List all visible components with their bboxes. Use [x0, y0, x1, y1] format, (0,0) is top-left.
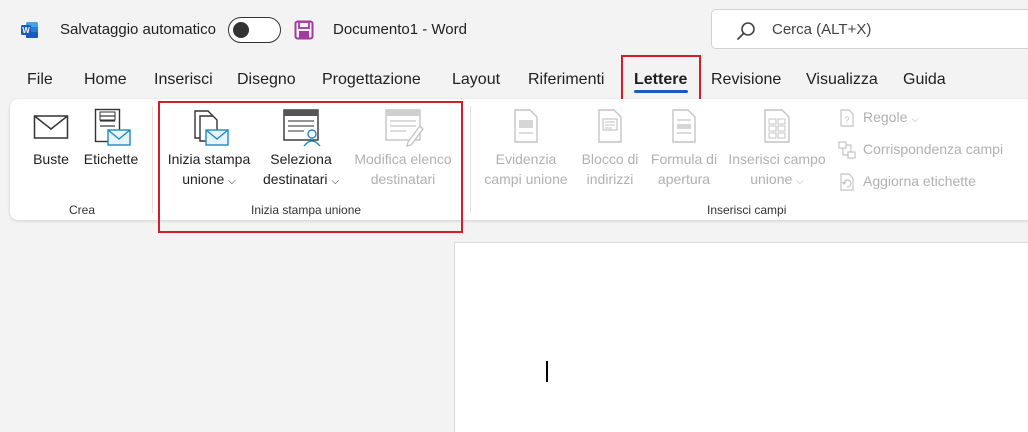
highlight-box-group: [158, 101, 463, 233]
corrispondenza-label: Corrispondenza campi: [863, 141, 1004, 157]
highlight-fields-icon: [514, 109, 538, 143]
title-bar: W Salvataggio automatico Documento1 - Wo…: [0, 0, 1028, 60]
group-label-crea: Crea: [69, 203, 96, 217]
word-app-icon: W: [21, 22, 38, 38]
blocco-line2: indirizzi: [586, 171, 634, 187]
tab-inserisci[interactable]: Inserisci: [154, 71, 213, 89]
group-separator: [470, 106, 471, 213]
regole-label: Regole: [863, 109, 908, 125]
insert-field-icon: [764, 109, 790, 143]
labels-icon: [94, 108, 131, 146]
refresh-labels-icon: [840, 173, 854, 191]
tab-visualizza[interactable]: Visualizza: [806, 71, 878, 89]
match-fields-icon: [838, 141, 856, 159]
group-label-inserisci: Inserisci campi: [707, 203, 787, 217]
document-title: Documento1 - Word: [333, 21, 467, 38]
evidenzia-campi-unione-button[interactable]: Evidenzia campi unione: [478, 108, 574, 188]
tab-guida[interactable]: Guida: [903, 71, 946, 89]
inserisci-line2: unione: [750, 171, 793, 187]
document-page[interactable]: [454, 242, 1028, 432]
blocco-indirizzi-button[interactable]: Blocco di indirizzi: [575, 108, 645, 188]
autosave-label: Salvataggio automatico: [60, 21, 216, 38]
regole-wrapper: Regole ⌵: [863, 109, 919, 125]
tab-file[interactable]: File: [27, 71, 53, 89]
toggle-knob: [233, 21, 249, 38]
evidenzia-line2: campi unione: [484, 171, 568, 187]
tab-layout[interactable]: Layout: [452, 71, 500, 89]
inserisci-line2-wrapper: unione ⌵: [724, 169, 830, 192]
search-box[interactable]: Cerca (ALT+X): [711, 9, 1028, 49]
tab-revisione[interactable]: Revisione: [711, 71, 781, 89]
tab-disegno[interactable]: Disegno: [237, 71, 296, 89]
buste-button[interactable]: Buste: [28, 108, 74, 188]
evidenzia-line1: Evidenzia: [495, 151, 557, 167]
etichette-button[interactable]: Etichette: [79, 108, 143, 188]
rules-icon: ?: [840, 109, 854, 127]
search-input[interactable]: Cerca (ALT+X): [772, 21, 871, 38]
tab-riferimenti[interactable]: Riferimenti: [528, 71, 604, 89]
inserisci-line1: Inserisci campo: [728, 151, 826, 167]
envelope-icon: [33, 115, 69, 139]
highlight-box-tab: [621, 55, 701, 103]
search-icon: [737, 22, 755, 40]
group-separator: [152, 106, 153, 213]
autosave-toggle[interactable]: [228, 17, 281, 43]
address-block-icon: [598, 109, 622, 143]
ribbon-tabs: File Home Inserisci Disegno Progettazion…: [0, 60, 1028, 98]
svg-text:W: W: [22, 26, 30, 35]
tab-home[interactable]: Home: [84, 71, 127, 89]
chevron-down-icon: ⌵: [796, 176, 804, 187]
svg-text:?: ?: [844, 115, 849, 125]
save-icon[interactable]: [294, 20, 314, 40]
text-cursor: [546, 361, 548, 382]
chevron-down-icon: ⌵: [911, 114, 919, 125]
formula-apertura-button[interactable]: Formula di apertura: [645, 108, 723, 188]
formula-line2: apertura: [657, 171, 711, 187]
etichette-label: Etichette: [83, 151, 139, 167]
buste-label: Buste: [33, 151, 69, 167]
greeting-line-icon: [672, 109, 696, 143]
aggiorna-label: Aggiorna etichette: [863, 173, 976, 189]
tab-progettazione[interactable]: Progettazione: [322, 71, 421, 89]
inserisci-campo-unione-button[interactable]: Inserisci campo unione ⌵: [724, 108, 830, 188]
formula-line1: Formula di: [650, 151, 718, 167]
blocco-line1: Blocco di: [581, 151, 639, 167]
